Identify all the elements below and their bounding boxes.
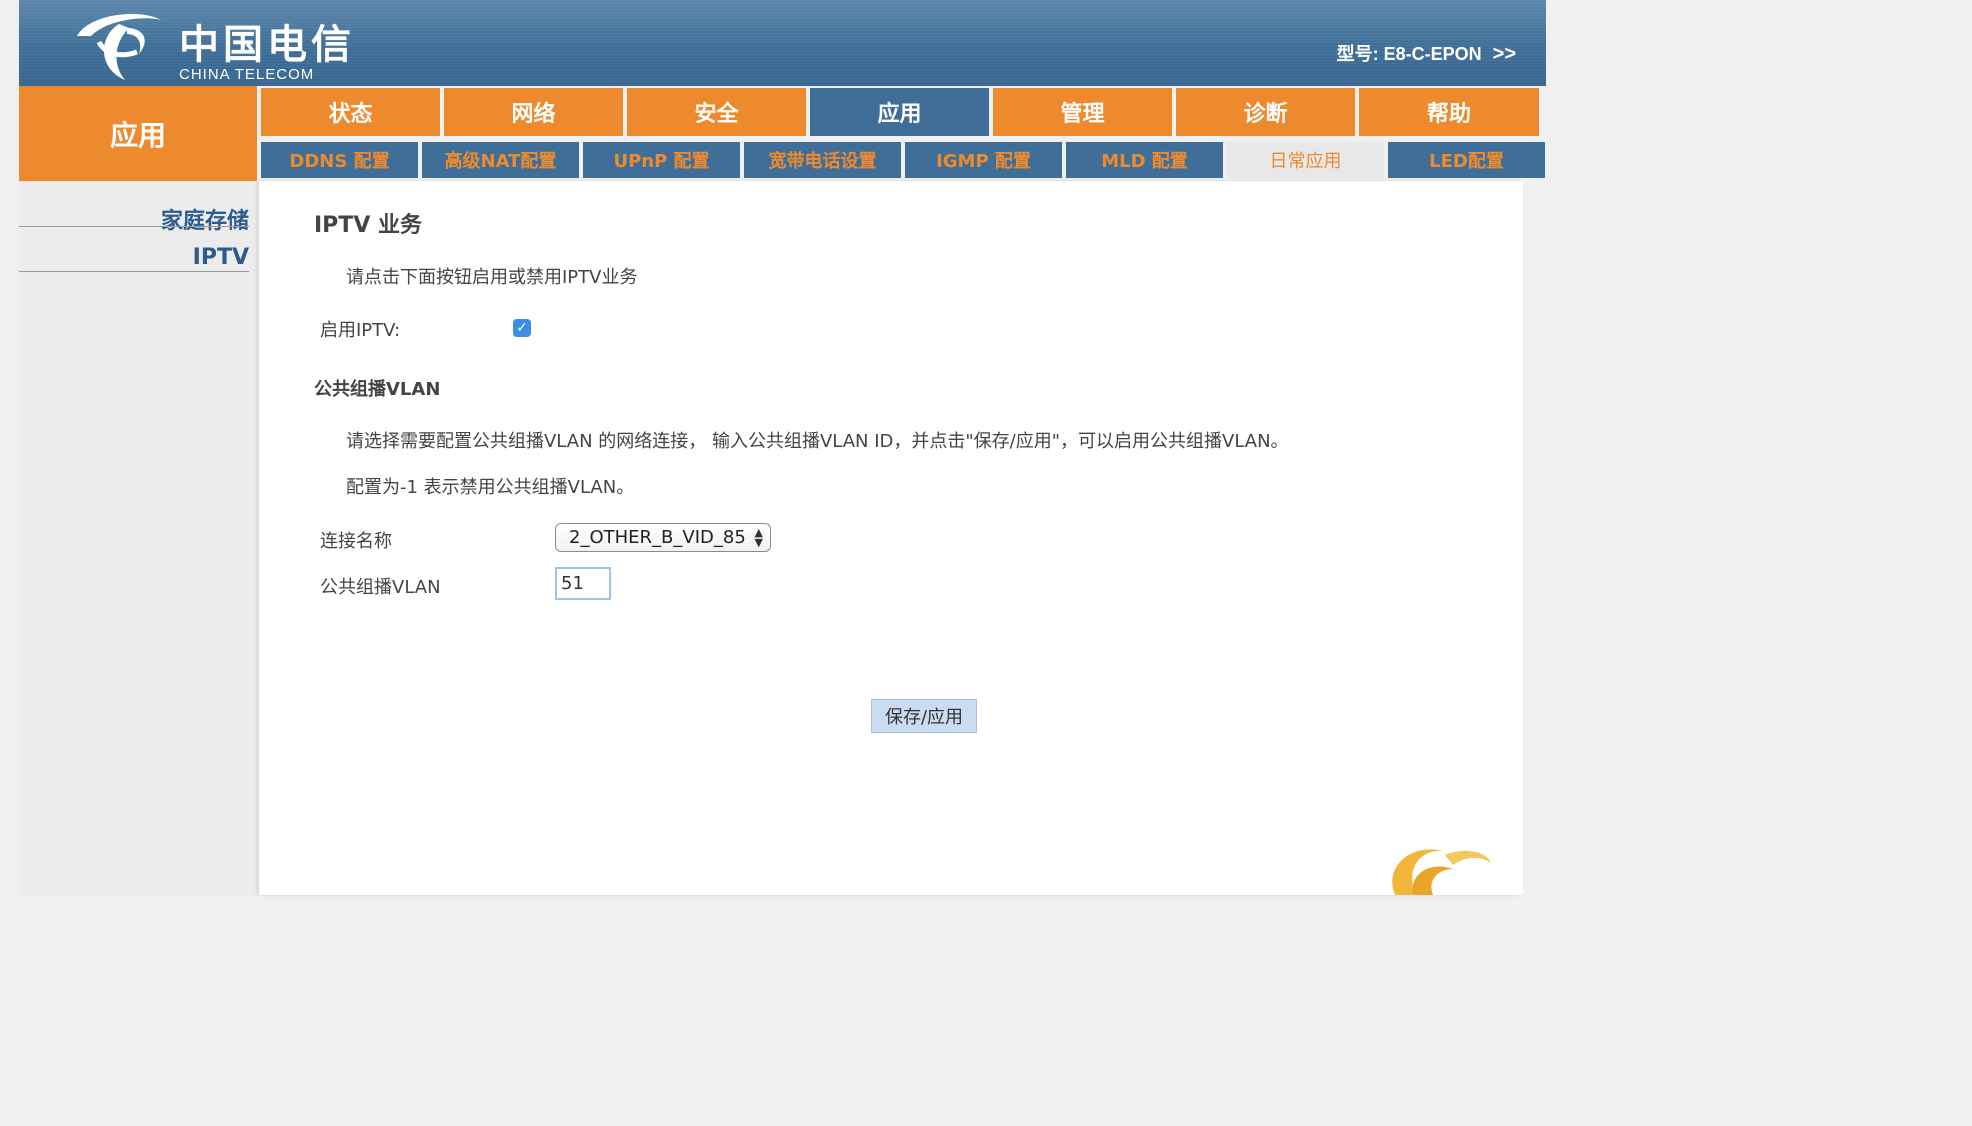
double-chevron-right-icon[interactable]: >> <box>1493 43 1516 65</box>
subtab-voip[interactable]: 宽带电话设置 <box>744 142 901 178</box>
enable-iptv-checkbox[interactable]: ✓ <box>513 319 531 337</box>
tab-applications[interactable]: 应用 <box>810 88 989 136</box>
tab-help[interactable]: 帮助 <box>1359 88 1539 136</box>
tab-security[interactable]: 安全 <box>627 88 806 136</box>
connection-select[interactable]: 2_OTHER_B_VID_85 ▲ ▼ <box>555 523 771 552</box>
sub-nav: DDNS 配置 高级NAT配置 UPnP 配置 宽带电话设置 IGMP 配置 M… <box>261 142 1546 179</box>
checkmark-icon: ✓ <box>516 320 528 336</box>
connection-select-value: 2_OTHER_B_VID_85 <box>569 527 746 548</box>
save-apply-button[interactable]: 保存/应用 <box>871 699 977 733</box>
subtab-ddns[interactable]: DDNS 配置 <box>261 142 418 178</box>
connection-name-label: 连接名称 <box>320 531 392 552</box>
sidebar: 家庭存储 IPTV <box>19 181 257 895</box>
section-title: 应用 <box>19 86 257 181</box>
router-admin-frame: 中国电信 CHINA TELECOM 型号: E8-C-EPON >> 应用 状… <box>19 0 1546 895</box>
page-title: IPTV 业务 <box>314 213 423 238</box>
enable-iptv-label: 启用IPTV: <box>320 320 401 341</box>
tab-status[interactable]: 状态 <box>261 88 440 136</box>
multicast-vlan-value: 51 <box>561 573 584 594</box>
sidebar-item-iptv[interactable]: IPTV <box>19 245 249 270</box>
tab-diagnostics[interactable]: 诊断 <box>1176 88 1355 136</box>
decorative-swirl-icon <box>1392 849 1491 895</box>
tab-management[interactable]: 管理 <box>993 88 1172 136</box>
logo-english-text: CHINA TELECOM <box>179 66 315 83</box>
top-nav: 状态 网络 安全 应用 管理 诊断 帮助 <box>261 88 1541 138</box>
subtab-daily-apps[interactable]: 日常应用 <box>1227 142 1384 178</box>
china-telecom-logo: 中国电信 CHINA TELECOM <box>69 6 389 84</box>
tab-network[interactable]: 网络 <box>444 88 623 136</box>
subtab-led[interactable]: LED配置 <box>1388 142 1545 178</box>
vlan-section-title: 公共组播VLAN <box>314 379 441 400</box>
sidebar-divider <box>19 226 249 227</box>
vlan-disable-note: 配置为-1 表示禁用公共组播VLAN。 <box>346 477 635 498</box>
subtab-igmp[interactable]: IGMP 配置 <box>905 142 1062 178</box>
sidebar-item-home-storage[interactable]: 家庭存储 <box>19 203 249 235</box>
subtab-mld[interactable]: MLD 配置 <box>1066 142 1223 178</box>
multicast-vlan-label: 公共组播VLAN <box>320 577 441 598</box>
subtab-upnp[interactable]: UPnP 配置 <box>583 142 740 178</box>
logo-chinese-text: 中国电信 <box>179 21 355 68</box>
china-telecom-logo-icon <box>77 13 161 80</box>
model-label: 型号: <box>1336 44 1379 64</box>
model-info: 型号: E8-C-EPON >> <box>1337 40 1516 66</box>
select-arrows-icon: ▲ ▼ <box>754 526 763 549</box>
vlan-description: 请选择需要配置公共组播VLAN 的网络连接， 输入公共组播VLAN ID，并点击… <box>346 431 1289 452</box>
subtab-advanced-nat[interactable]: 高级NAT配置 <box>422 142 579 178</box>
iptv-intro-text: 请点击下面按钮启用或禁用IPTV业务 <box>346 267 638 288</box>
model-value: E8-C-EPON <box>1383 44 1482 64</box>
sidebar-divider <box>19 271 249 272</box>
multicast-vlan-input[interactable]: 51 <box>555 567 611 600</box>
main-content: IPTV 业务 请点击下面按钮启用或禁用IPTV业务 启用IPTV: ✓ 公共组… <box>259 181 1523 895</box>
header-banner: 中国电信 CHINA TELECOM 型号: E8-C-EPON >> <box>19 0 1546 86</box>
